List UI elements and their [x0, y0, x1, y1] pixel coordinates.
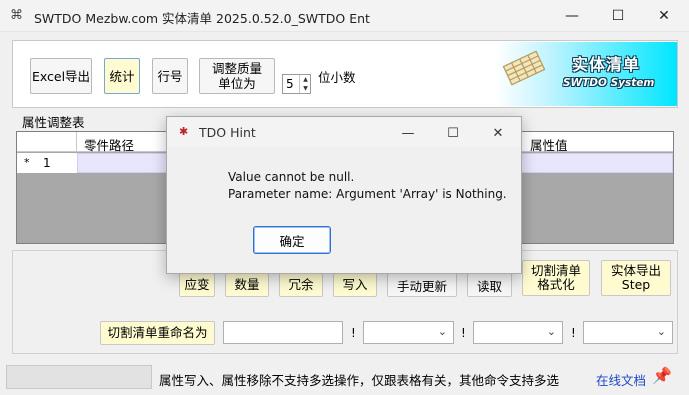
excel-export-button[interactable]: Excel导出: [30, 58, 92, 94]
cut-list-format-button[interactable]: 切割清单 格式化: [522, 260, 590, 296]
strain-button[interactable]: 应变: [179, 273, 215, 297]
status-message: 属性写入、属性移除不支持多选操作，仅跟表格有关，其他命令支持多选: [159, 373, 560, 388]
banner-title: 实体清单: [572, 55, 641, 74]
dialog-app-icon: ✱: [179, 125, 189, 138]
count-button[interactable]: 数量: [225, 273, 269, 297]
column-header-part-path[interactable]: 零件路径: [84, 135, 134, 154]
dialog-minimize-button[interactable]: —: [385, 121, 431, 145]
separator-3: !: [571, 326, 576, 340]
dialog-message-line2: Parameter name: Argument 'Array' is Noth…: [228, 187, 507, 201]
property-table-label: 属性调整表: [22, 115, 85, 130]
dialog-maximize-button[interactable]: ☐: [430, 121, 476, 145]
cut-list-format-line1: 切割清单: [530, 263, 581, 278]
grid-corner: [17, 132, 77, 152]
pin-icon[interactable]: 📌: [652, 366, 672, 385]
new-row-marker: *: [24, 156, 30, 169]
decimal-places-value: 5: [286, 77, 294, 91]
ok-button[interactable]: 确定: [253, 226, 331, 254]
spin-down-icon[interactable]: ▼: [300, 84, 311, 93]
spinner-arrows[interactable]: ▲ ▼: [299, 75, 311, 93]
chevron-down-icon[interactable]: ⌄: [547, 325, 556, 338]
chevron-down-icon[interactable]: ⌄: [657, 325, 666, 338]
close-button[interactable]: ✕: [641, 0, 687, 32]
decimal-places-spinner[interactable]: 5 ▲ ▼: [282, 74, 311, 94]
online-docs-link[interactable]: 在线文档: [596, 370, 646, 389]
chevron-down-icon[interactable]: ⌄: [438, 325, 447, 338]
rename-combo-2[interactable]: ⌄: [473, 321, 563, 344]
cut-list-format-line2: 格式化: [537, 277, 575, 292]
minimize-button[interactable]: —: [549, 0, 595, 32]
rename-input[interactable]: [223, 321, 343, 344]
hint-dialog: ✱ TDO Hint — ☐ ✕ Value cannot be null. P…: [166, 116, 522, 274]
window-title: SWTDO Mezbw.com 实体清单 2025.0.52.0_SWTDO E…: [34, 11, 370, 26]
separator-2: !: [461, 326, 466, 340]
spreadsheet-logo-icon: [502, 50, 546, 86]
spin-up-icon[interactable]: ▲: [300, 75, 311, 84]
column-header-property-value[interactable]: 属性值: [530, 135, 568, 154]
row-number-button[interactable]: 行号: [152, 58, 188, 94]
dialog-body: [167, 148, 521, 273]
read-button[interactable]: 读取: [467, 273, 512, 297]
adjust-mass-line1: 调整质量: [211, 61, 262, 76]
rename-cut-list-button[interactable]: 切割清单重命名为: [100, 321, 215, 345]
entity-export-step-button[interactable]: 实体导出 Step: [601, 260, 671, 296]
write-button[interactable]: 写入: [333, 273, 377, 297]
adjust-mass-unit-button[interactable]: 调整质量 单位为: [199, 58, 275, 94]
row-number: 1: [43, 156, 51, 170]
app-icon: ⌘: [10, 8, 23, 23]
stats-button[interactable]: 统计: [104, 58, 140, 94]
decimal-places-label: 位小数: [318, 70, 356, 85]
dialog-close-button[interactable]: ✕: [475, 121, 521, 145]
maximize-button[interactable]: ☐: [595, 0, 641, 32]
entity-export-line1: 实体导出: [610, 263, 661, 278]
entity-export-line2: Step: [621, 277, 651, 292]
dialog-message-line1: Value cannot be null.: [228, 170, 355, 184]
banner-subtitle: SWTDO System: [563, 77, 655, 89]
rename-combo-1[interactable]: ⌄: [363, 321, 454, 344]
adjust-mass-line2: 单位为: [218, 76, 256, 91]
dialog-title: TDO Hint: [199, 125, 256, 140]
redundant-button[interactable]: 冗余: [279, 273, 323, 297]
status-progress-box: [6, 365, 152, 389]
rename-combo-3[interactable]: ⌄: [583, 321, 673, 344]
manual-update-button[interactable]: 手动更新: [387, 273, 457, 297]
separator-1: !: [351, 326, 356, 340]
